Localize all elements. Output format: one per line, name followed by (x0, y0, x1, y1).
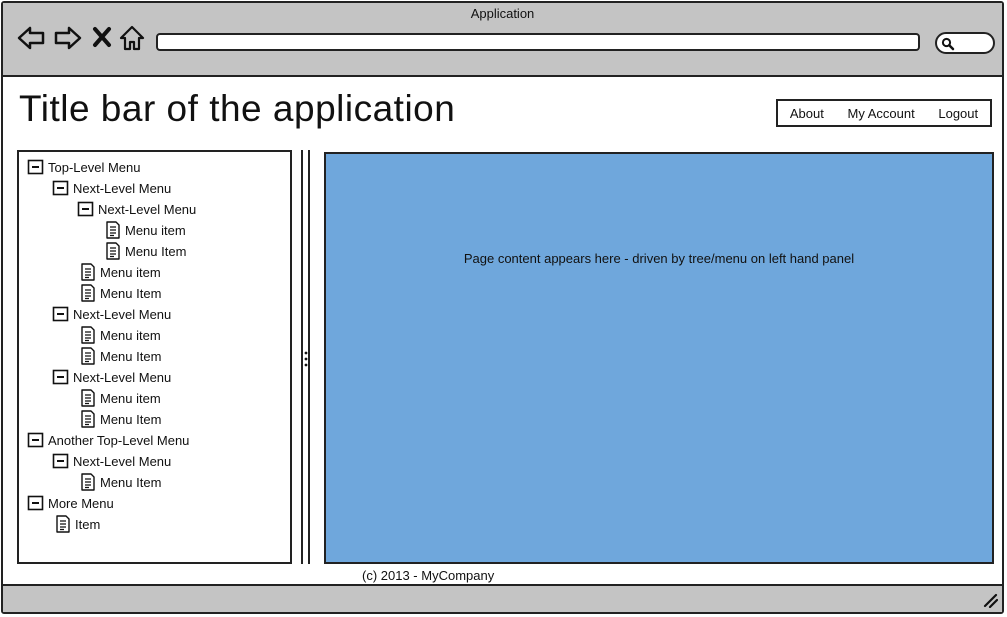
browser-window: Application Title bar of the application… (1, 1, 1004, 614)
stop-x-icon[interactable] (91, 23, 121, 53)
collapse-icon[interactable] (27, 431, 45, 449)
tree-label: Another Top-Level Menu (48, 432, 190, 448)
content-text: Page content appears here - driven by tr… (463, 251, 855, 266)
panel-splitter[interactable] (301, 150, 311, 564)
status-bar (3, 584, 1002, 612)
tree-label: Menu Item (125, 243, 187, 259)
tree-row[interactable]: Next-Level Menu (77, 199, 196, 219)
tree-label: Next-Level Menu (73, 306, 172, 322)
document-icon (79, 410, 97, 428)
tree-row[interactable]: Menu Item (104, 241, 186, 261)
collapse-icon[interactable] (77, 200, 95, 218)
address-bar[interactable] (156, 33, 920, 51)
tree-row[interactable]: Menu Item (79, 346, 161, 366)
tree-row[interactable]: Menu item (79, 325, 161, 345)
logout-link[interactable]: Logout (938, 106, 978, 121)
collapse-icon[interactable] (27, 158, 45, 176)
collapse-icon[interactable] (52, 368, 70, 386)
tree-label: Top-Level Menu (48, 159, 141, 175)
tree-label: Next-Level Menu (98, 201, 197, 217)
document-icon (104, 242, 122, 260)
collapse-icon[interactable] (52, 452, 70, 470)
document-icon (79, 263, 97, 281)
tree-label: Next-Level Menu (73, 369, 172, 385)
collapse-icon[interactable] (52, 305, 70, 323)
splitter-line (308, 150, 310, 564)
document-icon (54, 515, 72, 533)
resize-grip-icon[interactable] (982, 592, 998, 608)
tree-row[interactable]: Menu Item (79, 472, 161, 492)
document-icon (79, 284, 97, 302)
tree-row[interactable]: Item (54, 514, 100, 534)
tree-row[interactable]: Menu item (79, 262, 161, 282)
tree-row[interactable]: Next-Level Menu (52, 178, 171, 198)
window-title: Application (470, 6, 535, 21)
tree-label: Menu item (100, 264, 161, 280)
content-area: Page content appears here - driven by tr… (324, 152, 994, 564)
tree-row[interactable]: Top-Level Menu (27, 157, 141, 177)
app-title: Title bar of the application (19, 88, 456, 129)
back-arrow-icon[interactable] (16, 23, 46, 53)
my-account-link[interactable]: My Account (847, 106, 914, 121)
tree-label: Menu Item (100, 285, 162, 301)
about-link[interactable]: About (790, 106, 824, 121)
tree-label: Menu item (125, 222, 186, 238)
tree-label: More Menu (48, 495, 114, 511)
document-icon (79, 326, 97, 344)
tree-row[interactable]: Next-Level Menu (52, 367, 171, 387)
tree-label: Menu Item (100, 474, 162, 490)
splitter-line (301, 150, 303, 564)
tree-row[interactable]: Menu item (104, 220, 186, 240)
browser-chrome: Application (3, 3, 1002, 77)
header-links: About My Account Logout (776, 99, 992, 127)
collapse-icon[interactable] (27, 494, 45, 512)
tree-label: Menu Item (100, 411, 162, 427)
search-icon (941, 37, 955, 51)
tree-row[interactable]: Menu Item (79, 283, 161, 303)
drag-handle-icon (304, 351, 308, 367)
tree-label: Menu item (100, 390, 161, 406)
document-icon (104, 221, 122, 239)
tree-row[interactable]: Menu Item (79, 409, 161, 429)
tree-label: Menu item (100, 327, 161, 343)
home-icon[interactable] (118, 23, 148, 53)
tree-panel: Top-Level Menu Next-Level Menu Next-Leve… (17, 150, 292, 564)
tree-row[interactable]: Next-Level Menu (52, 304, 171, 324)
tree-row[interactable]: More Menu (27, 493, 114, 513)
document-icon (79, 347, 97, 365)
tree-label: Next-Level Menu (73, 180, 172, 196)
tree-label: Menu Item (100, 348, 162, 364)
tree-row[interactable]: Another Top-Level Menu (27, 430, 189, 450)
forward-arrow-icon[interactable] (53, 23, 83, 53)
tree-row[interactable]: Menu item (79, 388, 161, 408)
collapse-icon[interactable] (52, 179, 70, 197)
document-icon (79, 389, 97, 407)
tree-label: Item (75, 516, 101, 532)
browser-search-field[interactable] (935, 32, 995, 54)
footer-copyright: (c) 2013 - MyCompany (362, 568, 495, 583)
tree-label: Next-Level Menu (73, 453, 172, 469)
document-icon (79, 473, 97, 491)
tree-row[interactable]: Next-Level Menu (52, 451, 171, 471)
